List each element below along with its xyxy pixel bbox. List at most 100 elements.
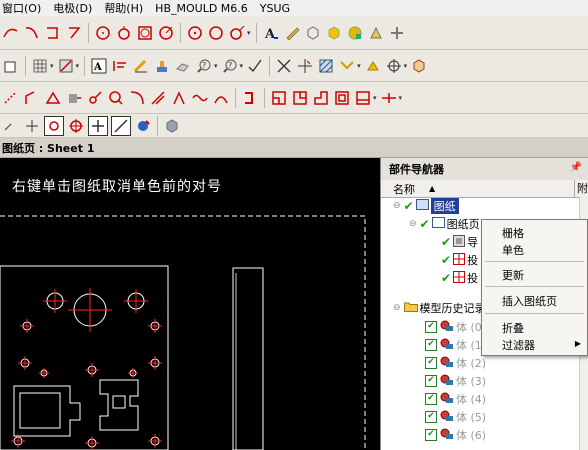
line-style-icon[interactable] [111,57,129,75]
text-a-icon[interactable]: A [262,24,280,42]
query2-icon[interactable]: ? [221,57,239,75]
block-icon[interactable] [325,24,343,42]
tree-row-drawing[interactable]: ⊖ ✔ 图纸 [393,197,459,215]
circle-icon[interactable] [94,24,112,42]
drawing-canvas[interactable]: 右键单击图纸取消单色前的对号 [0,158,380,450]
tree-row-view-2[interactable]: ✔ 投 [441,251,478,269]
slash-small-icon[interactable] [88,115,108,136]
mesh-icon[interactable] [57,57,75,75]
sphere-icon[interactable] [346,24,364,42]
dropdown-arrow[interactable]: ▾ [240,62,244,70]
dropdown-arrow[interactable]: ▾ [399,94,403,102]
tree-row-model-history[interactable]: ⊖ 模型历史记录 [393,299,486,317]
checkmark-icon[interactable]: ✔ [404,199,414,213]
checkbox-icon[interactable]: ✔ [425,321,437,333]
checkmark-icon[interactable]: ✔ [441,271,451,285]
tree-row-body-3[interactable]: ✔ 体 (3) [425,372,486,390]
menu-help[interactable]: 帮助(H) [104,0,143,16]
menu-item-collapse[interactable]: 折叠 [502,320,524,336]
menu-electrode[interactable]: 电极(D) [53,0,92,16]
pin-icon[interactable]: 📌 [570,162,582,173]
menu-window[interactable]: 窗口(O) [2,0,41,16]
star-icon[interactable] [364,57,382,75]
check-icon[interactable] [246,57,264,75]
cross-icon[interactable] [296,57,314,75]
bracket-icon[interactable] [333,89,351,107]
tree-row-body-2[interactable]: ✔ 体 (2) [425,354,486,372]
dim-icon[interactable] [44,24,62,42]
dropdown-arrow[interactable]: ▾ [50,62,54,70]
arc2-icon[interactable] [23,24,41,42]
arc3-icon[interactable] [212,89,230,107]
menu-item-filter[interactable]: 过滤器 [502,337,535,353]
shape-icon[interactable] [65,89,83,107]
corner-icon[interactable] [241,89,259,107]
tree-row-view-3[interactable]: ✔ 投 [441,269,478,287]
notch-icon[interactable] [291,89,309,107]
cube-icon[interactable] [410,57,428,75]
menu-ysug[interactable]: YSUG [260,2,290,15]
tree-row-body-6[interactable]: ✔ 体 (6) [425,426,486,444]
checkbox-icon[interactable]: ✔ [425,393,437,405]
checkmark-icon[interactable]: ✔ [420,217,430,231]
dropdown-arrow[interactable]: ▾ [76,62,80,70]
tree-row-view-1[interactable]: ✔ 导 [441,233,478,251]
point-icon[interactable] [136,24,154,42]
dropdown-arrow[interactable]: ▾ [404,62,408,70]
checkbox-icon[interactable]: ✔ [425,411,437,423]
checkbox-icon[interactable]: ✔ [425,339,437,351]
circle-pt-icon[interactable] [228,24,246,42]
tree-row-body-4[interactable]: ✔ 体 (4) [425,390,486,408]
plus-circle-icon[interactable] [23,117,41,135]
fillet-icon[interactable] [65,24,83,42]
arrow-up-icon[interactable] [170,89,188,107]
menu-item-monochrome[interactable]: 单色 [502,242,524,258]
sort-ascending-icon[interactable]: ▲ [429,184,435,193]
hatch-icon[interactable] [317,57,335,75]
tree-row-body-5[interactable]: ✔ 体 (5) [425,408,486,426]
triangle-icon[interactable] [44,89,62,107]
dropdown-arrow[interactable]: ▾ [247,29,251,37]
target-icon[interactable] [385,57,403,75]
x-icon[interactable] [275,57,293,75]
curve-icon[interactable] [86,89,104,107]
column-name[interactable]: 名称 [381,181,415,197]
tree-row-body-1[interactable]: ✔ 体 (1) [425,336,486,354]
plus-icon[interactable] [388,24,406,42]
ruler-icon[interactable] [132,57,150,75]
layer-icon[interactable] [2,57,20,75]
slash-icon[interactable] [149,89,167,107]
globe-icon[interactable] [111,115,131,136]
eraser-icon[interactable] [174,57,192,75]
box-icon[interactable] [304,24,322,42]
checkmark-icon[interactable]: ✔ [441,253,451,267]
menu-item-update[interactable]: 更新 [502,267,524,283]
step-icon[interactable] [312,89,330,107]
arc-icon[interactable] [2,24,20,42]
square-icon[interactable] [270,89,288,107]
dropdown-arrow[interactable]: ▾ [214,62,218,70]
checkmark-icon[interactable]: ✔ [441,235,451,249]
bracket2-icon[interactable] [354,89,372,107]
tree-row-sheet[interactable]: ⊖ ✔ 图纸页 [409,215,480,233]
checkbox-icon[interactable]: ✔ [425,357,437,369]
menu-item-grid[interactable]: 栅格 [502,225,524,241]
menu-hb-mould[interactable]: HB_MOULD M6.6 [155,2,248,15]
circle-cen-icon[interactable] [157,24,175,42]
solid-cube-icon[interactable] [163,117,181,135]
column-attach[interactable]: 附 [574,180,588,197]
hline-icon[interactable] [380,89,398,107]
query-icon[interactable]: ? [195,57,213,75]
tool2-icon[interactable] [23,89,41,107]
target-small-icon[interactable] [44,115,64,136]
cone-icon[interactable] [367,24,385,42]
circle-tan-icon[interactable] [186,24,204,42]
arrow-icon[interactable] [2,117,20,135]
circle3-icon[interactable] [115,24,133,42]
cube-gray-icon[interactable] [134,117,152,135]
checkbox-icon[interactable]: ✔ [425,429,437,441]
dropdown-arrow[interactable]: ▾ [357,62,361,70]
pencil-icon[interactable] [283,24,301,42]
stamp-icon[interactable] [153,57,171,75]
sheet-tab-label[interactable]: 图纸页 : Sheet 1 [2,140,94,156]
